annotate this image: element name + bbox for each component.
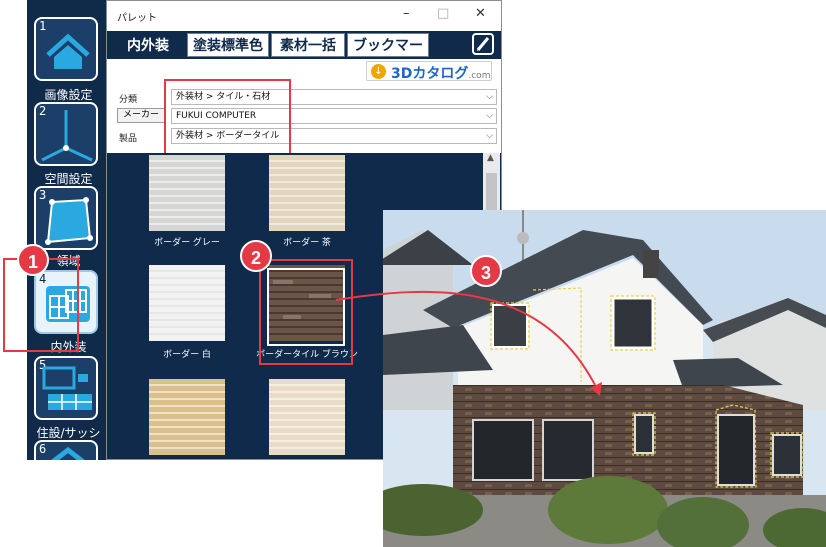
tool-label: 画像設定	[44, 88, 93, 102]
swatch-border-beige[interactable]	[149, 379, 225, 455]
minimize-button[interactable]: –	[403, 6, 410, 21]
window-title: パレット	[117, 13, 157, 24]
tab-bulk-materials[interactable]: 素材一括	[271, 33, 345, 57]
edit-pen-button[interactable]	[472, 33, 494, 55]
category-label: 分類	[119, 95, 138, 105]
chevron-down-icon: ⌵	[486, 92, 493, 102]
tool-space-settings-button[interactable]: 2	[34, 102, 98, 166]
catalog-brand: 3Dカタログ	[391, 66, 469, 82]
tab-paint-standard-colors[interactable]: 塗装標準色	[187, 33, 269, 57]
tool-label: 住設/サッシ	[36, 426, 101, 440]
download-icon: ↓	[371, 64, 386, 79]
chevron-down-icon: ⌵	[486, 131, 493, 141]
chevron-down-icon: ⌵	[486, 111, 493, 121]
swatch-border-cream[interactable]	[269, 379, 345, 455]
close-button[interactable]: ✕	[475, 6, 486, 21]
equipment-sash-icon	[42, 366, 92, 410]
swatch-border-brown[interactable]	[269, 155, 345, 231]
house-roof-icon	[46, 33, 90, 69]
maximize-button[interactable]: □	[437, 6, 449, 21]
highlight-frame	[259, 259, 353, 365]
title-bar: パレット – □ ✕	[107, 1, 501, 31]
tab-bookmarks[interactable]: ブックマーク	[347, 33, 429, 78]
step-badge-2: 2	[240, 240, 272, 272]
region-polygon-icon	[45, 197, 93, 245]
catalog-suffix: .com	[468, 71, 491, 81]
swatch-border-gray[interactable]	[149, 155, 225, 231]
tool-strip: 1 画像設定 2 空間設定 3 領域 4 内外装 5 住設/サッシ 6	[27, 0, 110, 460]
house-roof-icon	[51, 446, 85, 460]
step-badge-1: 1	[17, 244, 49, 276]
swatch-border-white[interactable]	[149, 265, 225, 341]
swatch-label: ボーダー グレー	[154, 238, 220, 248]
tool-region-button[interactable]: 3	[34, 186, 98, 250]
maker-button[interactable]: メーカー	[117, 108, 165, 123]
house-preview-image	[383, 210, 826, 547]
tool-6-button[interactable]: 6	[34, 440, 98, 460]
pen-icon	[476, 37, 490, 51]
tab-bar: 内外装 塗装標準色 素材一括 ブックマーク	[107, 33, 501, 78]
highlight-frame	[164, 79, 291, 156]
space-axes-icon	[41, 110, 93, 162]
tool-label: 空間設定	[44, 172, 93, 186]
step-badge-3: 3	[470, 255, 502, 287]
selection-frame	[267, 268, 345, 346]
tab-interior-exterior[interactable]: 内外装	[111, 33, 185, 57]
3d-catalog-logo-button[interactable]: ↓ 3Dカタログ.com	[366, 61, 492, 82]
tool-image-settings-button[interactable]: 1	[34, 17, 98, 81]
swatch-label: ボーダー 白	[163, 350, 211, 360]
product-label: 製品	[119, 134, 138, 144]
scroll-up-icon[interactable]: ▲	[487, 153, 494, 163]
tool-equipment-sash-button[interactable]: 5	[34, 356, 98, 420]
house-illustration	[383, 210, 826, 547]
